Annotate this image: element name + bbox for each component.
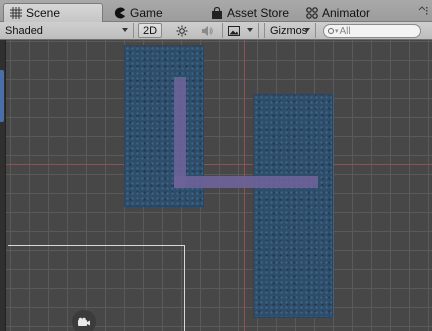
tab-label: Animator — [322, 5, 371, 20]
selection-indicator — [0, 70, 4, 122]
scene-toolbar: Shaded 2D Gizmos ▾ All — [0, 22, 432, 40]
sun-icon — [176, 25, 188, 36]
scene-audio-toggle[interactable] — [197, 23, 217, 38]
camera-bounds-frame — [8, 245, 185, 331]
shading-mode-label: Shaded — [5, 24, 43, 37]
tab-scene[interactable]: Scene — [3, 3, 103, 22]
search-placeholder: All — [339, 25, 351, 37]
gizmos-label: Gizmos — [270, 24, 308, 37]
panel-menu-icon[interactable] — [416, 6, 430, 16]
chevron-down-icon — [122, 28, 128, 32]
scene-viewport[interactable] — [0, 40, 432, 331]
image-icon — [228, 25, 240, 36]
tab-asset-store[interactable]: Asset Store — [205, 3, 295, 22]
chevron-down-icon — [247, 28, 253, 32]
tab-animator[interactable]: Animator — [300, 3, 376, 22]
editor-tab-bar: Scene Game Asset Store Animator — [0, 0, 432, 22]
pacman-icon — [114, 7, 125, 18]
2d-mode-label: 2D — [142, 24, 158, 37]
shading-mode-dropdown[interactable]: Shaded — [0, 23, 134, 38]
scene-grid-icon — [10, 7, 22, 19]
tab-game[interactable]: Game — [108, 3, 169, 22]
scene-effects-dropdown[interactable] — [222, 23, 259, 38]
2d-mode-toggle[interactable]: 2D — [138, 23, 162, 38]
x-axis-line — [0, 164, 432, 165]
speaker-icon — [202, 25, 213, 36]
chevron-down-icon — [304, 28, 310, 32]
tile-block-right[interactable] — [253, 94, 333, 318]
left-panel-edge — [0, 40, 6, 331]
animator-icon — [306, 6, 318, 19]
path-horizontal-segment[interactable] — [174, 176, 318, 188]
hierarchy-search-field[interactable]: ▾ All — [323, 24, 421, 38]
scene-lighting-toggle[interactable] — [172, 23, 192, 38]
search-filter-arrow-icon: ▾ — [335, 28, 339, 35]
path-vertical-segment[interactable] — [174, 77, 186, 188]
camera-icon — [78, 317, 90, 326]
camera-gizmo[interactable] — [72, 310, 96, 331]
shopping-bag-icon — [212, 6, 222, 19]
search-icon — [328, 28, 334, 34]
tab-label: Asset Store — [227, 5, 290, 20]
tab-label: Scene — [26, 6, 61, 20]
tab-label: Game — [130, 5, 163, 20]
gizmos-dropdown[interactable]: Gizmos — [264, 23, 316, 38]
